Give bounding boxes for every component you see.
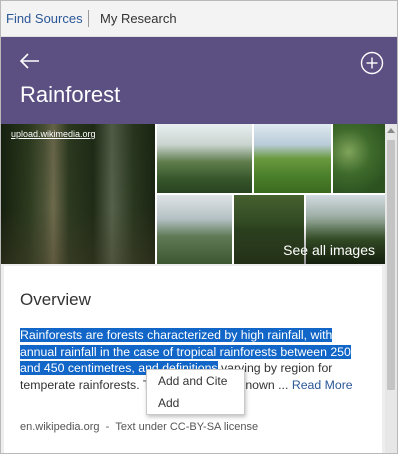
menu-item-add[interactable]: Add — [147, 392, 244, 414]
vertical-scrollbar[interactable] — [385, 124, 397, 453]
scroll-up-arrow-icon[interactable] — [387, 128, 395, 133]
back-arrow-icon[interactable] — [19, 51, 41, 71]
source-line: en.wikipedia.org - Text under CC-BY-SA l… — [20, 421, 258, 433]
tab-my-research[interactable]: My Research — [100, 11, 177, 26]
image-credit-link[interactable]: upload.wikimedia.org — [11, 129, 96, 139]
read-more-link[interactable]: Read More — [292, 378, 353, 392]
overview-heading: Overview — [20, 290, 91, 309]
topic-header: Rainforest — [1, 37, 397, 124]
scrollbar-thumb[interactable] — [387, 140, 395, 390]
license-text: Text under CC-BY-SA license — [115, 421, 259, 433]
context-menu: Add and Cite Add — [146, 369, 245, 415]
page-title: Rainforest — [20, 82, 121, 107]
menu-item-add-and-cite[interactable]: Add and Cite — [147, 370, 244, 392]
source-domain: en.wikipedia.org — [20, 421, 100, 433]
source-separator: - — [105, 421, 110, 433]
rainforest-image[interactable] — [157, 124, 252, 193]
image-gallery: upload.wikimedia.org See all images — [1, 124, 385, 264]
menu-item-label: Add and Cite — [158, 374, 228, 388]
tab-separator — [88, 10, 89, 27]
rainforest-image[interactable] — [333, 124, 385, 193]
menu-item-label: Add — [158, 396, 180, 410]
see-all-images-label: See all images — [283, 242, 375, 258]
rainforest-image-main[interactable]: upload.wikimedia.org — [1, 124, 155, 264]
plus-circle-icon[interactable] — [360, 51, 384, 75]
tab-find-sources[interactable]: Find Sources — [6, 11, 83, 26]
rainforest-image[interactable] — [254, 124, 331, 193]
overview-card: Overview Rainforests are forests charact… — [4, 266, 382, 453]
see-all-images-button[interactable]: See all images — [234, 195, 385, 264]
research-pane: Find Sources My Research Rainforest uplo… — [0, 0, 398, 454]
tab-bar: Find Sources My Research — [1, 1, 397, 37]
rainforest-image[interactable] — [157, 195, 232, 264]
